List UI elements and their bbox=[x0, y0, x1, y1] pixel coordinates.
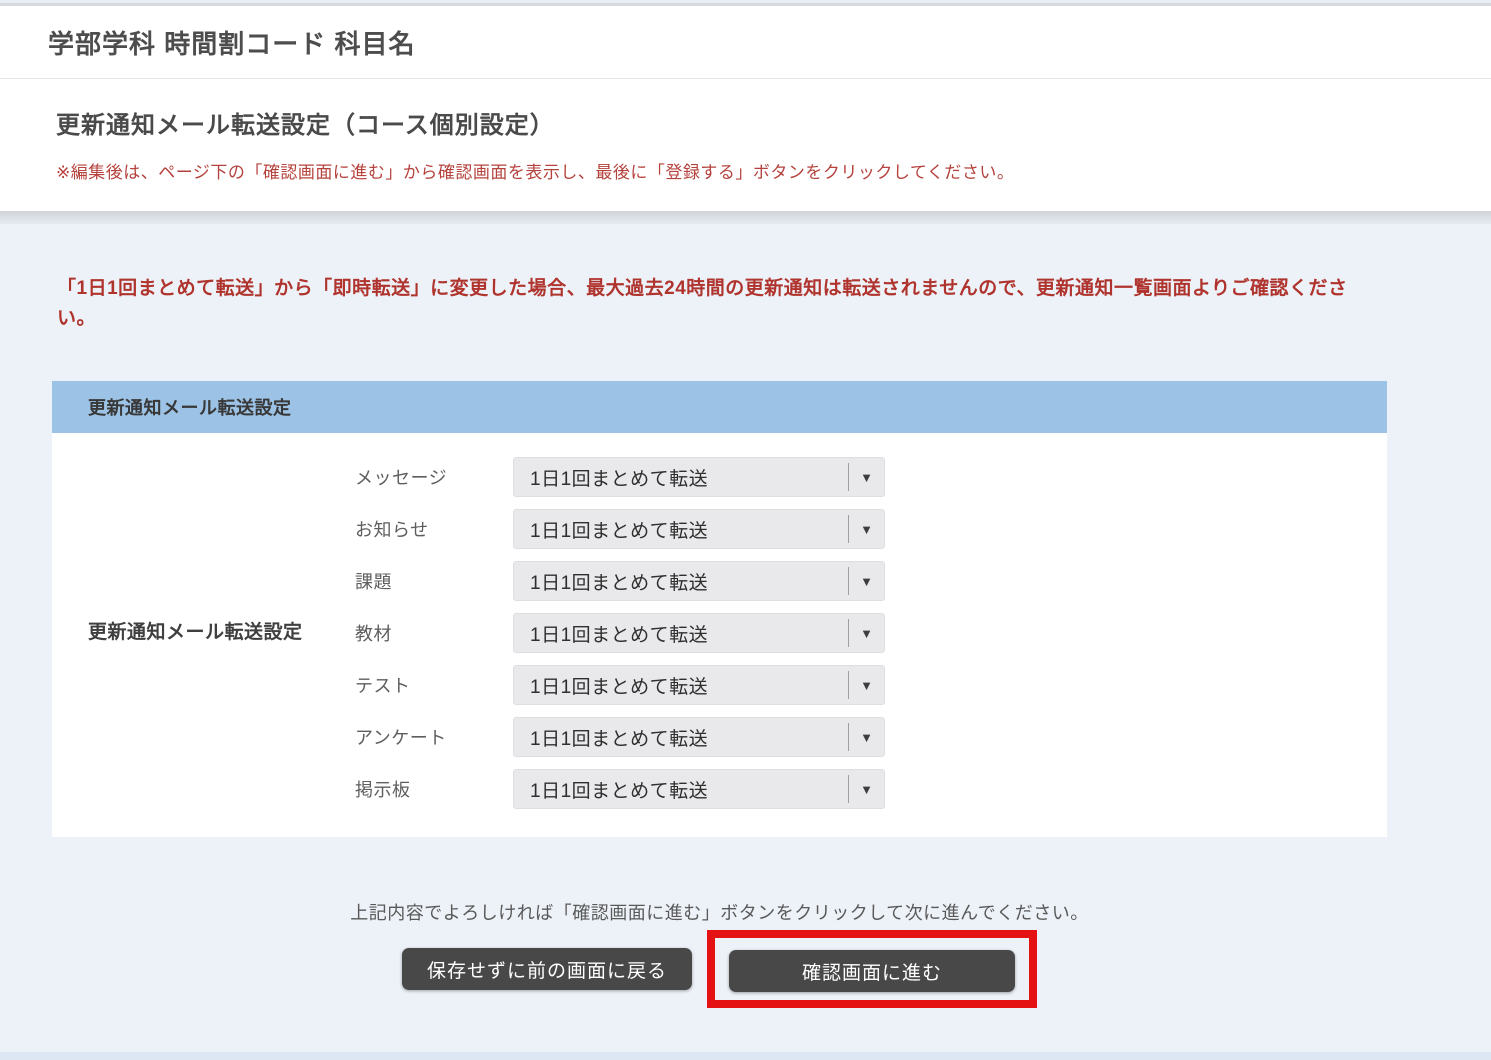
material-forward-select[interactable]: 1日1回まとめて転送 ▼ bbox=[513, 613, 885, 653]
table-row: 掲示板 1日1回まとめて転送 ▼ bbox=[355, 763, 1387, 815]
chevron-down-icon: ▼ bbox=[860, 730, 873, 745]
table-row: アンケート 1日1回まとめて転送 ▼ bbox=[355, 711, 1387, 763]
select-arrow-box[interactable]: ▼ bbox=[848, 463, 884, 491]
row-group-label: 更新通知メール転送設定 bbox=[52, 451, 355, 815]
row-label: アンケート bbox=[355, 724, 513, 750]
table-row: メッセージ 1日1回まとめて転送 ▼ bbox=[355, 451, 1387, 503]
settings-table: 更新通知メール転送設定 更新通知メール転送設定 メッセージ 1日1回まとめて転送… bbox=[52, 381, 1387, 837]
button-row: 保存せずに前の画面に戻る 確認画面に進む bbox=[52, 930, 1387, 1008]
row-label: 教材 bbox=[355, 620, 513, 646]
select-value: 1日1回まとめて転送 bbox=[514, 776, 848, 803]
row-label: テスト bbox=[355, 672, 513, 698]
select-value: 1日1回まとめて転送 bbox=[514, 724, 848, 751]
course-header: 学部学科 時間割コード 科目名 bbox=[0, 6, 1491, 79]
settings-table-body: 更新通知メール転送設定 メッセージ 1日1回まとめて転送 ▼ お知らせ 1日1回… bbox=[52, 433, 1387, 837]
chevron-down-icon: ▼ bbox=[860, 678, 873, 693]
row-label: 課題 bbox=[355, 568, 513, 594]
chevron-down-icon: ▼ bbox=[860, 626, 873, 641]
settings-table-header: 更新通知メール転送設定 bbox=[52, 381, 1387, 433]
edit-note: ※編集後は、ページ下の「確認画面に進む」から確認画面を表示し、最後に「登録する」… bbox=[56, 158, 1451, 183]
table-row: お知らせ 1日1回まとめて転送 ▼ bbox=[355, 503, 1387, 555]
row-label: メッセージ bbox=[355, 464, 513, 490]
forward-change-warning: 「1日1回まとめて転送」から「即時転送」に変更した場合、最大過去24時間の更新通… bbox=[57, 274, 1377, 334]
course-title: 学部学科 時間割コード 科目名 bbox=[48, 24, 415, 61]
page-title: 更新通知メール転送設定（コース個別設定） bbox=[56, 105, 1451, 140]
main-content: 「1日1回まとめて転送」から「即時転送」に変更した場合、最大過去24時間の更新通… bbox=[0, 224, 1491, 1008]
chevron-down-icon: ▼ bbox=[860, 522, 873, 537]
table-row: 課題 1日1回まとめて転送 ▼ bbox=[355, 555, 1387, 607]
row-label: 掲示板 bbox=[355, 776, 513, 802]
select-arrow-box[interactable]: ▼ bbox=[848, 619, 884, 647]
settings-rows: メッセージ 1日1回まとめて転送 ▼ お知らせ 1日1回まとめて転送 ▼ 課題 bbox=[355, 451, 1387, 815]
select-value: 1日1回まとめて転送 bbox=[514, 620, 848, 647]
back-button[interactable]: 保存せずに前の画面に戻る bbox=[402, 948, 692, 990]
bottom-strip bbox=[0, 1052, 1491, 1060]
highlight-box: 確認画面に進む bbox=[707, 930, 1037, 1008]
select-arrow-box[interactable]: ▼ bbox=[848, 515, 884, 543]
proceed-button[interactable]: 確認画面に進む bbox=[729, 950, 1015, 992]
page-header: 更新通知メール転送設定（コース個別設定） ※編集後は、ページ下の「確認画面に進む… bbox=[0, 79, 1491, 211]
board-forward-select[interactable]: 1日1回まとめて転送 ▼ bbox=[513, 769, 885, 809]
row-label: お知らせ bbox=[355, 516, 513, 542]
select-arrow-box[interactable]: ▼ bbox=[848, 775, 884, 803]
announcement-forward-select[interactable]: 1日1回まとめて転送 ▼ bbox=[513, 509, 885, 549]
table-row: 教材 1日1回まとめて転送 ▼ bbox=[355, 607, 1387, 659]
select-value: 1日1回まとめて転送 bbox=[514, 516, 848, 543]
chevron-down-icon: ▼ bbox=[860, 574, 873, 589]
chevron-down-icon: ▼ bbox=[860, 782, 873, 797]
chevron-down-icon: ▼ bbox=[860, 470, 873, 485]
header-shadow bbox=[0, 211, 1491, 224]
select-arrow-box[interactable]: ▼ bbox=[848, 671, 884, 699]
test-forward-select[interactable]: 1日1回まとめて転送 ▼ bbox=[513, 665, 885, 705]
select-value: 1日1回まとめて転送 bbox=[514, 568, 848, 595]
assignment-forward-select[interactable]: 1日1回まとめて転送 ▼ bbox=[513, 561, 885, 601]
select-arrow-box[interactable]: ▼ bbox=[848, 723, 884, 751]
select-value: 1日1回まとめて転送 bbox=[514, 464, 848, 491]
select-arrow-box[interactable]: ▼ bbox=[848, 567, 884, 595]
select-value: 1日1回まとめて転送 bbox=[514, 672, 848, 699]
confirm-instruction: 上記内容でよろしければ「確認画面に進む」ボタンをクリックして次に進んでください。 bbox=[52, 899, 1387, 925]
survey-forward-select[interactable]: 1日1回まとめて転送 ▼ bbox=[513, 717, 885, 757]
table-row: テスト 1日1回まとめて転送 ▼ bbox=[355, 659, 1387, 711]
message-forward-select[interactable]: 1日1回まとめて転送 ▼ bbox=[513, 457, 885, 497]
